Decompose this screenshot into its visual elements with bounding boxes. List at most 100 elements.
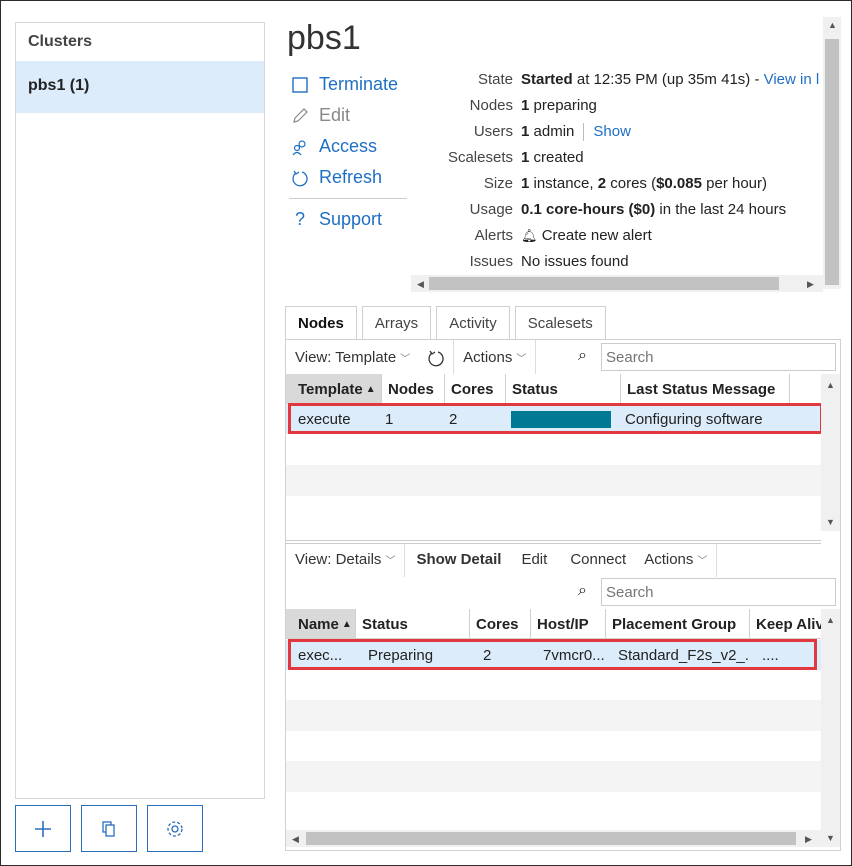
scroll-right-icon[interactable]: ▶ xyxy=(805,834,812,844)
connect-button[interactable]: Connect xyxy=(556,542,635,577)
column-keep-alive[interactable]: Keep Aliv xyxy=(750,609,821,638)
nodes-horizontal-thumb[interactable] xyxy=(306,832,796,845)
tab-arrays[interactable]: Arrays xyxy=(361,306,432,340)
refresh-label: Refresh xyxy=(319,167,383,187)
sidebar-item-pbs1[interactable]: pbs1 (1) xyxy=(16,61,264,113)
nodes-vertical-scrollbar[interactable]: ▲ ▼ xyxy=(821,609,840,847)
terminate-button[interactable]: Terminate xyxy=(289,69,409,100)
cluster-tabs: Nodes Arrays Activity Scalesets xyxy=(285,306,611,340)
column-name-label: Name xyxy=(298,615,339,633)
scroll-left-icon[interactable]: ◀ xyxy=(417,279,424,289)
scroll-up-icon[interactable]: ▲ xyxy=(828,20,837,30)
issues-label: Issues xyxy=(469,252,513,270)
template-actions-label: Actions xyxy=(463,349,513,366)
grid-stripe xyxy=(286,700,821,731)
info-row-alerts: Alerts 🔔︎ Create new alert xyxy=(411,222,821,248)
scroll-down-icon[interactable]: ▼ xyxy=(826,833,835,843)
nodes-search-input[interactable] xyxy=(601,578,836,606)
access-button[interactable]: Access xyxy=(289,131,409,162)
refresh-icon xyxy=(289,169,311,187)
users-divider xyxy=(583,122,585,141)
scroll-down-icon[interactable]: ▼ xyxy=(826,517,835,527)
refresh-icon xyxy=(428,350,444,366)
state-value: Started xyxy=(521,71,573,89)
scroll-up-icon[interactable]: ▲ xyxy=(826,615,835,625)
refresh-button[interactable]: Refresh xyxy=(289,162,409,193)
tab-activity[interactable]: Activity xyxy=(436,306,510,340)
info-vertical-thumb[interactable] xyxy=(825,39,839,285)
column-name[interactable]: Name ▲ xyxy=(286,609,356,638)
cluster-actions: Terminate Edit Access Refresh ? Support xyxy=(289,69,409,235)
column-status[interactable]: Status xyxy=(506,374,621,404)
terminate-label: Terminate xyxy=(319,74,399,94)
refresh-nodes-button[interactable] xyxy=(419,340,453,375)
column-status[interactable]: Status xyxy=(356,609,470,638)
tab-nodes[interactable]: Nodes xyxy=(285,306,357,340)
scroll-up-icon[interactable]: ▲ xyxy=(826,380,835,390)
nodes-horizontal-scrollbar[interactable]: ◀ ▶ xyxy=(286,830,821,847)
sort-ascending-icon: ▲ xyxy=(341,618,352,630)
scalesets-text: created xyxy=(529,149,584,167)
edit-node-button[interactable]: Edit xyxy=(510,542,556,577)
alerts-label: Alerts xyxy=(474,226,513,244)
sidebar-header: Clusters xyxy=(28,33,93,50)
access-label: Access xyxy=(319,136,378,156)
column-template-label: Template xyxy=(298,380,363,398)
info-vertical-scrollbar[interactable]: ▲ xyxy=(823,17,841,289)
nodes-label: Nodes xyxy=(469,97,513,115)
template-grid-header: Template ▲ Nodes Cores Status Last Status… xyxy=(286,374,821,404)
chevron-down-icon: ﹀ xyxy=(697,556,708,567)
chevron-down-icon: ﹀ xyxy=(516,354,527,365)
column-placement-group[interactable]: Placement Group xyxy=(606,609,750,638)
show-users-link[interactable]: Show xyxy=(593,123,631,140)
info-horizontal-thumb[interactable] xyxy=(429,277,779,290)
info-row-usage: Usage 0.1 core-hours ($0) in the last 24… xyxy=(411,196,821,222)
show-detail-button[interactable]: Show Detail xyxy=(405,542,510,577)
search-icon: ⌕ xyxy=(578,347,587,364)
template-search-input[interactable] xyxy=(601,343,836,371)
info-horizontal-scrollbar[interactable]: ◀ ▶ xyxy=(411,275,823,292)
edit-button[interactable]: Edit xyxy=(289,100,409,131)
info-row-nodes: Nodes 1 preparing xyxy=(411,93,821,119)
usage-text: in the last 24 hours xyxy=(655,200,787,218)
create-alert-label: Create new alert xyxy=(541,226,652,244)
stop-icon xyxy=(289,76,311,93)
users-label: Users xyxy=(473,123,513,141)
add-cluster-button[interactable] xyxy=(15,805,71,852)
scroll-left-icon[interactable]: ◀ xyxy=(292,834,299,844)
view-template-label: View: Template xyxy=(295,349,397,366)
template-actions-dropdown[interactable]: Actions ﹀ xyxy=(454,340,535,375)
scroll-right-icon[interactable]: ▶ xyxy=(807,279,814,289)
template-grid-scrollbar[interactable]: ▲ ▼ xyxy=(821,374,840,531)
support-button[interactable]: ? Support xyxy=(289,204,409,235)
settings-button[interactable] xyxy=(147,805,203,852)
gear-icon xyxy=(167,820,183,837)
size-cores: 2 xyxy=(597,175,607,192)
info-row-scalesets: Scalesets 1 created xyxy=(411,145,821,171)
users-text: admin xyxy=(529,122,575,140)
search-icon: ⌕ xyxy=(578,582,587,599)
column-cores[interactable]: Cores xyxy=(470,609,531,638)
clusters-sidebar: Clusters pbs1 (1) xyxy=(15,22,265,799)
actions-divider xyxy=(289,198,407,199)
node-actions-label: Actions xyxy=(644,551,694,568)
sort-ascending-icon: ▲ xyxy=(365,383,376,395)
column-host-ip[interactable]: Host/IP xyxy=(531,609,606,638)
nodes-grid-header: Name ▲ Status Cores Host/IP Placement Gro… xyxy=(286,609,821,639)
support-label: Support xyxy=(319,209,383,229)
tab-scalesets[interactable]: Scalesets xyxy=(514,306,606,340)
node-actions-dropdown[interactable]: Actions ﹀ xyxy=(635,542,716,577)
toolbar-divider xyxy=(535,340,537,375)
column-template[interactable]: Template ▲ xyxy=(286,374,382,404)
create-alert-link[interactable]: 🔔︎ Create new alert xyxy=(521,227,652,244)
size-text-hour: per hour) xyxy=(701,175,768,192)
column-nodes[interactable]: Nodes xyxy=(382,374,445,404)
highlight-box xyxy=(288,639,817,670)
view-details-dropdown[interactable]: View: Details ﹀ xyxy=(286,542,404,577)
copy-cluster-button[interactable] xyxy=(81,805,137,852)
column-cores[interactable]: Cores xyxy=(445,374,506,404)
column-last-status-message[interactable]: Last Status Message xyxy=(621,374,790,404)
view-in-link[interactable]: View in l xyxy=(764,71,820,88)
scalesets-label: Scalesets xyxy=(447,149,513,167)
view-template-dropdown[interactable]: View: Template ﹀ xyxy=(286,340,419,375)
